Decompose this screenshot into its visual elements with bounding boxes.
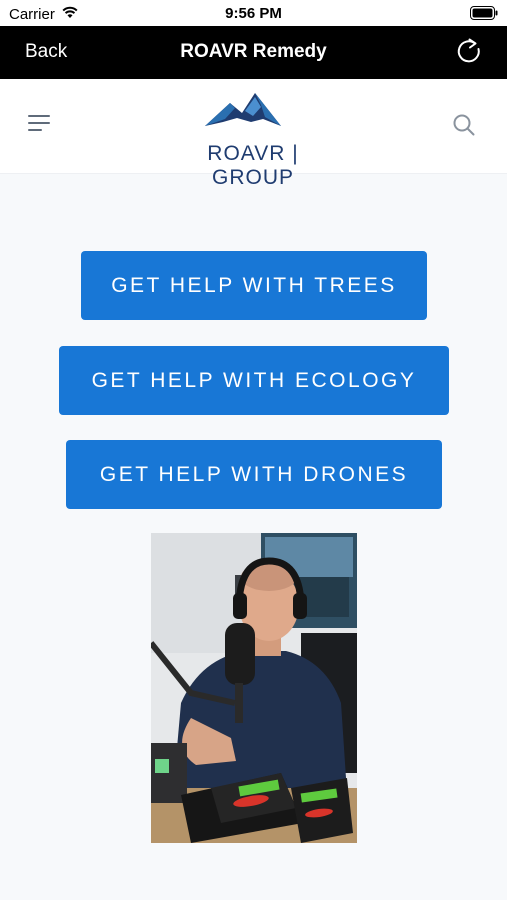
podcast-host-photo [151,533,357,843]
search-icon[interactable] [452,113,476,137]
get-help-drones-button[interactable]: GET HELP WITH DRONES [66,440,442,509]
refresh-icon[interactable] [455,37,483,65]
page-title: ROAVR Remedy [180,41,327,62]
status-time: 9:56 PM [225,5,282,22]
mountain-logo-icon [205,93,281,126]
status-bar: Carrier 9:56 PM [0,0,507,26]
roavr-group-logo[interactable]: ROAVR | GROUP [165,89,341,189]
battery-icon [470,6,498,24]
logo-text: ROAVR | GROUP [207,142,299,189]
get-help-ecology-button[interactable]: GET HELP WITH ECOLOGY [59,346,449,415]
get-help-trees-button[interactable]: GET HELP WITH TREES [81,251,427,320]
site-header: ROAVR | GROUP [0,79,507,189]
menu-icon[interactable] [28,115,52,135]
navigation-bar: Back ROAVR Remedy [0,26,507,79]
